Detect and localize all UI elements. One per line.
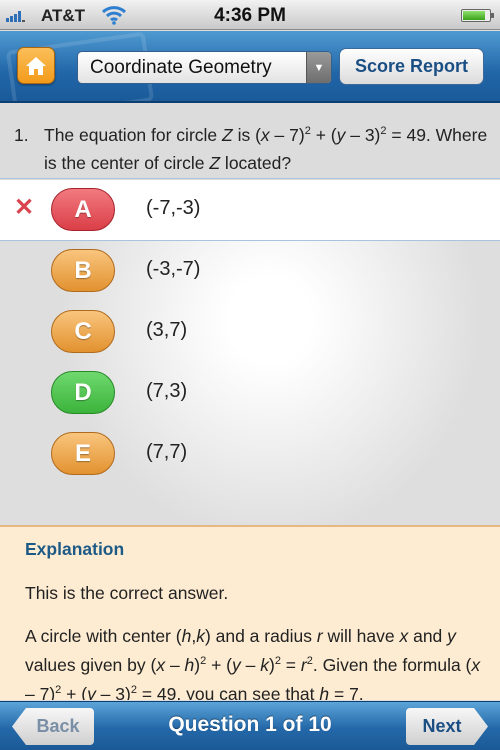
chevron-down-icon[interactable]: ▼ [306, 52, 331, 83]
choice-letter-pill[interactable]: E [51, 432, 115, 475]
battery-level [463, 11, 486, 20]
explanation-verdict: This is the correct answer. [25, 583, 229, 603]
choice-text: (3,7) [146, 319, 188, 341]
question-panel: 1. The equation for circle Z is (x – 7)2… [0, 105, 500, 179]
answer-choice-b[interactable]: B (-3,-7) [0, 241, 500, 301]
choice-text: (7,7) [146, 441, 188, 463]
answer-choice-a[interactable]: ✕ A (-7,-3) [0, 180, 500, 241]
status-bar: AT&T 4:36 PM [0, 0, 500, 30]
choice-text: (-7,-3) [146, 197, 201, 219]
explanation-body: A circle with center (h,k) and a radius … [25, 626, 481, 700]
choice-letter-pill[interactable]: D [51, 371, 115, 414]
answer-choice-e[interactable]: E (7,7) [0, 424, 500, 484]
question-text: The equation for circle Z is (x – 7)2 + … [44, 125, 488, 173]
choice-text: (7,3) [146, 380, 188, 402]
home-button[interactable] [17, 47, 55, 84]
answer-choice-c[interactable]: C (3,7) [0, 302, 500, 362]
subject-selected-value: Coordinate Geometry [90, 56, 272, 78]
next-button[interactable]: Next [406, 708, 488, 745]
clock: 4:36 PM [214, 5, 286, 26]
wrong-x-icon: ✕ [14, 194, 35, 221]
score-report-button[interactable]: Score Report [339, 48, 484, 85]
question-number: 1. [14, 125, 29, 145]
answer-choice-d[interactable]: D (7,3) [0, 363, 500, 423]
subject-dropdown[interactable]: Coordinate Geometry ▼ [77, 51, 332, 84]
choice-text: (-3,-7) [146, 258, 201, 280]
home-icon [26, 56, 46, 75]
choice-letter-pill[interactable]: C [51, 310, 115, 353]
explanation-panel[interactable]: Explanation This is the correct answer. … [0, 525, 500, 700]
answer-list: ✕ A (-7,-3) B (-3,-7) C (3,7) D (7,3) E … [0, 180, 500, 525]
choice-letter-pill[interactable]: B [51, 249, 115, 292]
explanation-title: Explanation [25, 539, 125, 559]
choice-letter-pill[interactable]: A [51, 188, 115, 231]
top-nav-bar: Coordinate Geometry ▼ Score Report [0, 31, 500, 103]
bottom-nav-bar: Back Question 1 of 10 Next [0, 701, 500, 750]
battery-icon [461, 9, 494, 22]
